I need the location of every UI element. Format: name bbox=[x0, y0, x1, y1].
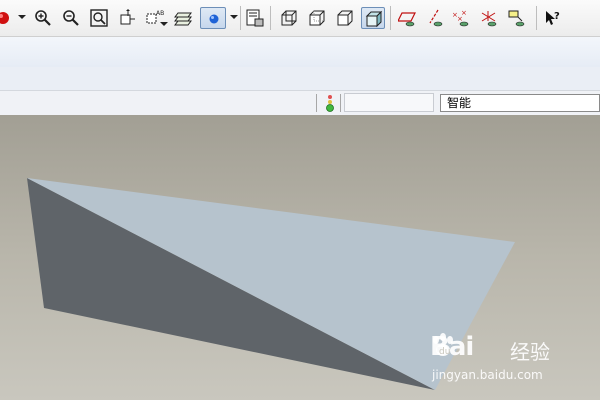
svg-text:?: ? bbox=[554, 11, 560, 22]
graphics-viewport[interactable]: Bai du 经验 jingyan.baidu.com bbox=[0, 115, 600, 400]
annotation-icon[interactable] bbox=[506, 7, 528, 29]
status-bar: 智能 bbox=[0, 90, 600, 116]
status-separator bbox=[316, 94, 317, 112]
shaded-icon[interactable] bbox=[361, 7, 385, 29]
record-dropdown-icon[interactable] bbox=[18, 15, 26, 19]
watermark: Bai du 经验 jingyan.baidu.com bbox=[430, 332, 580, 390]
view-manager-icon[interactable] bbox=[244, 7, 266, 29]
display-style-icon[interactable] bbox=[200, 7, 226, 29]
message-field bbox=[344, 93, 434, 112]
no-hidden-icon[interactable] bbox=[334, 7, 356, 29]
context-help-icon[interactable]: ? bbox=[542, 7, 564, 29]
reorient-icon[interactable] bbox=[116, 7, 138, 29]
saved-views-dropdown-icon[interactable] bbox=[160, 22, 168, 26]
zoom-in-icon[interactable] bbox=[32, 7, 54, 29]
main-toolbar: AB × × × ? bbox=[0, 0, 600, 37]
ribbon-band bbox=[0, 37, 600, 67]
svg-text:×: × bbox=[457, 15, 463, 23]
zoom-out-icon[interactable] bbox=[60, 7, 82, 29]
toolbar-separator bbox=[390, 6, 391, 30]
ribbon-band-lower bbox=[0, 67, 600, 90]
svg-text:AB: AB bbox=[156, 10, 164, 17]
paw-icon: du bbox=[433, 333, 453, 357]
datum-point-icon[interactable]: × × × bbox=[450, 7, 472, 29]
selection-filter-select[interactable]: 智能 bbox=[440, 94, 600, 112]
wireframe-icon[interactable] bbox=[278, 7, 300, 29]
toolbar-separator bbox=[270, 6, 271, 30]
status-separator bbox=[340, 94, 341, 112]
datum-plane-icon[interactable] bbox=[396, 7, 418, 29]
toolbar-separator bbox=[536, 6, 537, 30]
watermark-product: 经验 bbox=[510, 340, 550, 364]
coordinate-system-icon[interactable] bbox=[478, 7, 500, 29]
record-icon[interactable] bbox=[0, 7, 14, 29]
toolbar-separator bbox=[240, 6, 241, 30]
svg-text:du: du bbox=[439, 347, 450, 357]
regeneration-status-icon[interactable] bbox=[325, 94, 335, 114]
datum-axis-icon[interactable] bbox=[424, 7, 446, 29]
hidden-line-icon[interactable] bbox=[306, 7, 328, 29]
watermark-url: jingyan.baidu.com bbox=[432, 368, 543, 382]
display-style-dropdown-icon[interactable] bbox=[230, 15, 238, 19]
layers-icon[interactable] bbox=[172, 7, 194, 29]
refit-icon[interactable] bbox=[88, 7, 110, 29]
